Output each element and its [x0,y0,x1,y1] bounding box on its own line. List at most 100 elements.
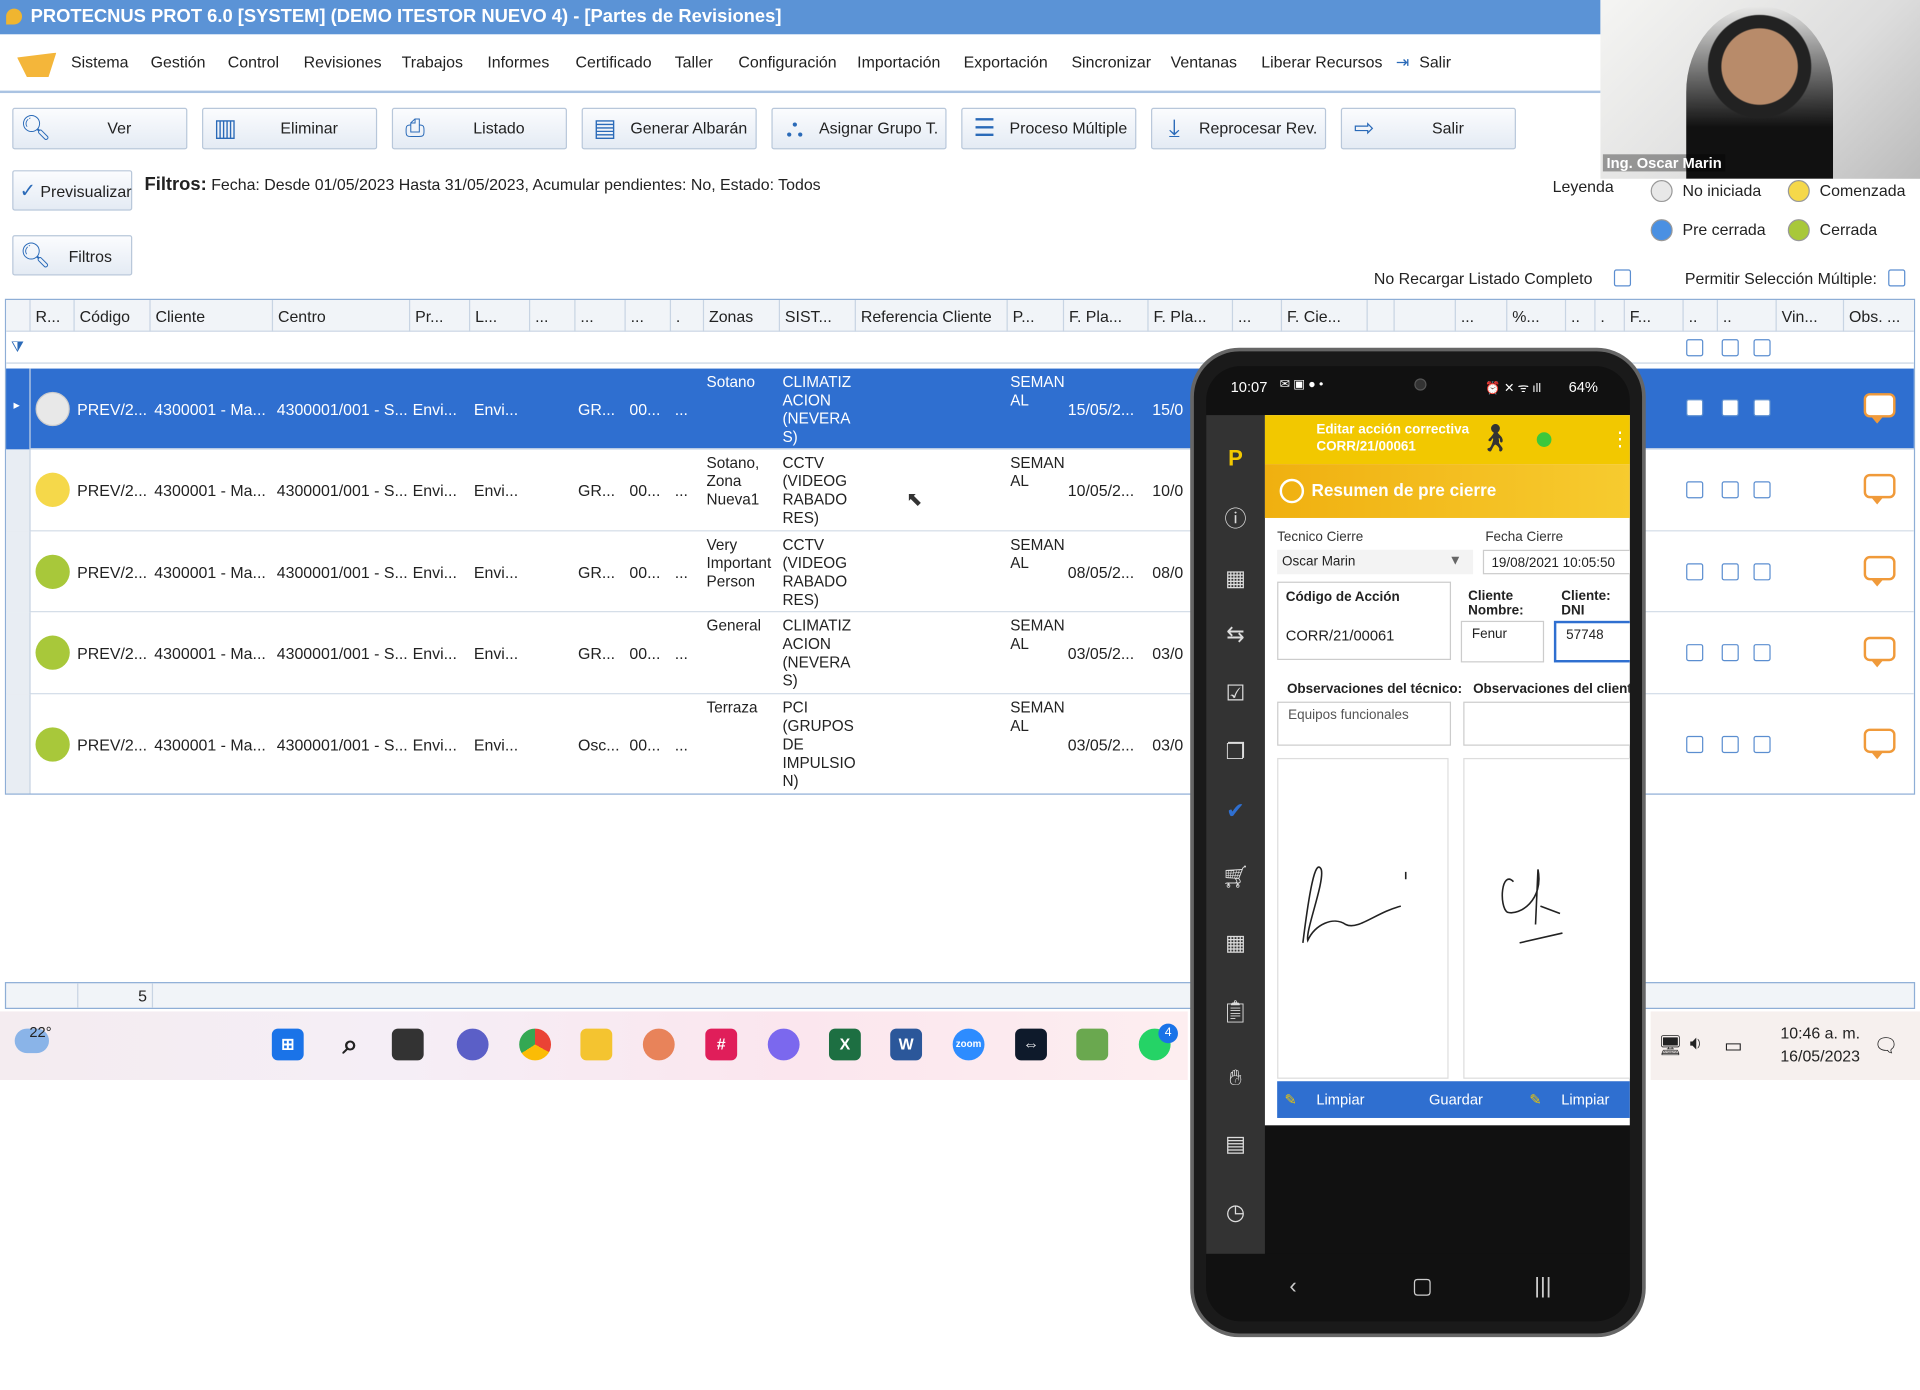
more-options-icon[interactable]: ⋮ [1610,427,1630,451]
menu-sincronizar[interactable]: Sincronizar [1071,53,1151,71]
row-checkbox-1[interactable] [1686,735,1704,754]
reprocesar-button[interactable]: ⤓ Reprocesar Rev. [1151,107,1327,150]
home-icon[interactable]: ▢ [1412,1273,1433,1299]
menu-exportacion[interactable]: Exportación [964,53,1048,71]
header-codigo[interactable]: Código [75,300,151,332]
cliente-dni-field[interactable]: 57748 [1553,620,1630,663]
invoice-icon[interactable]: ▤ [1218,1128,1252,1160]
header-r[interactable]: R... [31,300,75,332]
menu-trabajos[interactable]: Trabajos [402,53,463,71]
header-p[interactable]: P... [1008,300,1065,332]
previsualizar-button[interactable]: ✓ Previsualizar [12,170,133,211]
fecha-field[interactable]: 19/08/2021 10:05:50 [1482,549,1630,575]
header-col8[interactable]: ... [576,300,626,332]
zoom-icon[interactable]: zoom [952,1028,985,1061]
menu-taller[interactable]: Taller [675,53,713,71]
filter-checkbox-1[interactable] [1686,339,1704,357]
row-checkbox-2[interactable] [1721,481,1739,499]
obs-tecnico-field[interactable]: Equipos funcionales [1277,701,1452,746]
row-checkbox-1[interactable] [1686,563,1704,581]
salir-button[interactable]: ⇨ Salir [1340,107,1516,150]
header-col9[interactable]: ... [626,300,672,332]
slack-icon[interactable]: # [705,1028,738,1061]
header-f-pla1[interactable]: F. Pla... [1064,300,1149,332]
grid-icon[interactable]: ▦ [1218,562,1252,594]
cart-icon[interactable]: 🛒︎ [1218,861,1252,893]
header-referencia-cliente[interactable]: Referencia Cliente [856,300,1008,332]
filter-icon[interactable]: ⧩ [11,338,24,356]
clock-date[interactable]: 16/05/2023 [1768,1047,1860,1065]
battery-icon[interactable]: ▭ [1724,1033,1743,1057]
menu-revisiones[interactable]: Revisiones [304,53,382,71]
menu-ventanas[interactable]: Ventanas [1171,53,1237,71]
checklist-icon[interactable]: ☑ [1218,677,1252,709]
row-checkbox-3[interactable] [1753,399,1771,417]
cliente-nombre-field[interactable]: Fenur [1460,620,1545,663]
header-col21[interactable]: ... [1456,300,1508,332]
row-checkbox-2[interactable] [1721,735,1739,754]
documents-icon[interactable]: ❐ [1218,736,1252,768]
signature-pad-tecnico[interactable] [1277,757,1449,1079]
header-col24[interactable]: . [1596,300,1625,332]
comment-icon[interactable] [1863,393,1896,424]
word-icon[interactable]: W [890,1028,923,1061]
menu-salir[interactable]: Salir [1419,53,1451,71]
stack-app-icon[interactable] [1076,1028,1109,1061]
menu-sistema[interactable]: Sistema [71,53,129,71]
excel-icon[interactable]: X [828,1028,861,1061]
header-col20[interactable] [1395,300,1456,332]
filter-checkbox-3[interactable] [1753,339,1771,357]
generar-albaran-button[interactable]: ▤ Generar Albarán [581,107,757,150]
row-checkbox-1[interactable] [1686,399,1704,417]
header-centro[interactable]: Centro [273,300,411,332]
limpiar-cliente-button[interactable]: Limpiar [1561,1091,1609,1108]
header-l[interactable]: L... [470,300,531,332]
proceso-multiple-button[interactable]: ☰ Proceso Múltiple [961,107,1137,150]
menu-control[interactable]: Control [228,53,279,71]
search-icon[interactable]: ⌕ [334,1029,366,1061]
filtros-button[interactable]: 🔍︎ Filtros [12,235,133,276]
info-icon[interactable]: ⓘ [1218,503,1252,535]
windows-start-icon[interactable]: ⊞ [271,1028,304,1061]
hand-money-icon[interactable]: ✋︎ [1218,1062,1252,1094]
exit-icon[interactable]: ⇥ [1396,53,1409,73]
recents-icon[interactable]: ||| [1534,1273,1551,1299]
asignar-grupo-button[interactable]: ⛬ Asignar Grupo T. [771,107,947,150]
volume-icon[interactable]: 🔉︎ [1690,1033,1702,1055]
teamviewer-icon[interactable]: ⇔ [1015,1028,1047,1061]
verified-icon[interactable]: ✔ [1218,795,1252,827]
comment-icon[interactable] [1863,555,1896,587]
signature-pad-cliente[interactable] [1463,757,1630,1079]
menu-informes[interactable]: Informes [487,53,549,71]
clock-time[interactable]: 10:46 a. m. [1768,1024,1860,1042]
row-checkbox-3[interactable] [1753,481,1771,499]
copilot-icon[interactable] [767,1028,800,1061]
listado-button[interactable]: ⎙ Listado [391,107,567,150]
chrome-icon[interactable] [519,1028,552,1061]
row-checkbox-3[interactable] [1753,644,1771,662]
filter-checkbox-2[interactable] [1721,339,1739,357]
row-checkbox-2[interactable] [1721,399,1739,417]
menu-importacion[interactable]: Importación [857,53,940,71]
tecnico-select[interactable]: Oscar Marin ▼ [1277,549,1474,575]
notifications-icon[interactable]: 🗨︎ [1873,1033,1898,1057]
header-pr[interactable]: Pr... [410,300,471,332]
header-sist[interactable]: SIST... [780,300,856,332]
menu-gestion[interactable]: Gestión [151,53,206,71]
chat-icon[interactable] [456,1028,489,1061]
row-checkbox-1[interactable] [1686,481,1704,499]
header-percent[interactable]: %... [1507,300,1567,332]
header-col7[interactable]: ... [530,300,576,332]
back-icon[interactable]: ‹ [1289,1273,1296,1299]
header-col26[interactable]: .. [1684,300,1718,332]
header-f-cie[interactable]: F. Cie... [1282,300,1368,332]
menu-liberar-recursos[interactable]: Liberar Recursos [1261,53,1382,71]
header-col10[interactable]: . [671,300,705,332]
clipboard-clock-icon[interactable]: 📋︎ [1218,996,1252,1028]
header-col27[interactable]: .. [1718,300,1777,332]
history-icon[interactable]: ◷ [1218,1196,1252,1228]
app-icon[interactable] [642,1028,675,1061]
comment-icon[interactable] [1863,473,1896,505]
header-zonas[interactable]: Zonas [704,300,781,332]
task-view-icon[interactable] [391,1028,424,1061]
